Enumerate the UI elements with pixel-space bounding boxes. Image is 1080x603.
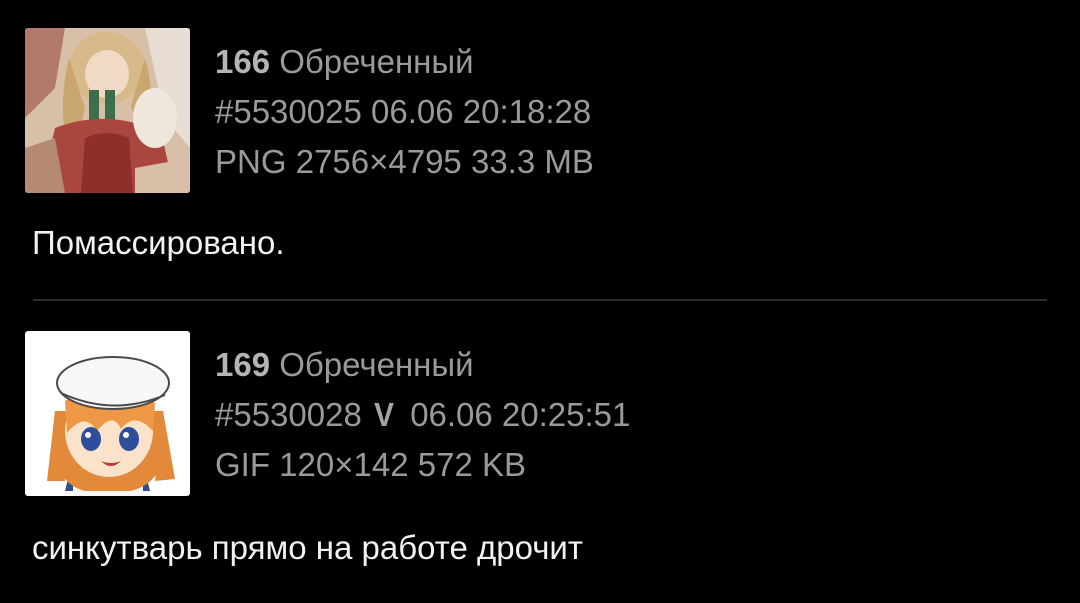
post-thumbnail[interactable] (25, 331, 190, 496)
post-thumbnail[interactable] (25, 28, 190, 193)
file-type: PNG (215, 143, 287, 180)
file-info: GIF 120×142 572 KB (215, 440, 630, 490)
anime-girl-thumbnail (25, 28, 190, 193)
post-id-line: #5530025 06.06 20:18:28 (215, 87, 594, 137)
post-header: 166 Обреченный (215, 37, 594, 87)
file-dimensions: 120×142 (279, 446, 409, 483)
post-date: 06.06 20:18:28 (371, 93, 592, 130)
file-dimensions: 2756×4795 (295, 143, 462, 180)
post-divider (33, 299, 1047, 301)
post-number[interactable]: 166 (215, 43, 270, 80)
file-info: PNG 2756×4795 33.3 MB (215, 137, 594, 187)
poster-name: Обреченный (279, 43, 474, 80)
post-id[interactable]: #5530028 (215, 396, 362, 433)
file-type: GIF (215, 446, 270, 483)
post-id[interactable]: #5530025 (215, 93, 362, 130)
file-size: 572 KB (417, 446, 526, 483)
post-meta: 169 Обреченный #5530028 V 06.06 20:25:51… (215, 340, 630, 490)
post-id-line: #5530028 V 06.06 20:25:51 (215, 390, 630, 440)
post-comment: синкутварь прямо на работе дрочит (32, 529, 583, 566)
sage-down-arrow-icon: V (374, 396, 394, 433)
post-date: 06.06 20:25:51 (410, 396, 631, 433)
file-size: 33.3 MB (470, 143, 594, 180)
post-header: 169 Обреченный (215, 340, 630, 390)
poster-name: Обреченный (279, 346, 474, 383)
post-meta: 166 Обреченный #5530025 06.06 20:18:28 P… (215, 37, 594, 187)
anime-girl-beret-thumbnail (25, 331, 190, 496)
post-comment: Помассировано. (32, 224, 285, 261)
post-number[interactable]: 169 (215, 346, 270, 383)
